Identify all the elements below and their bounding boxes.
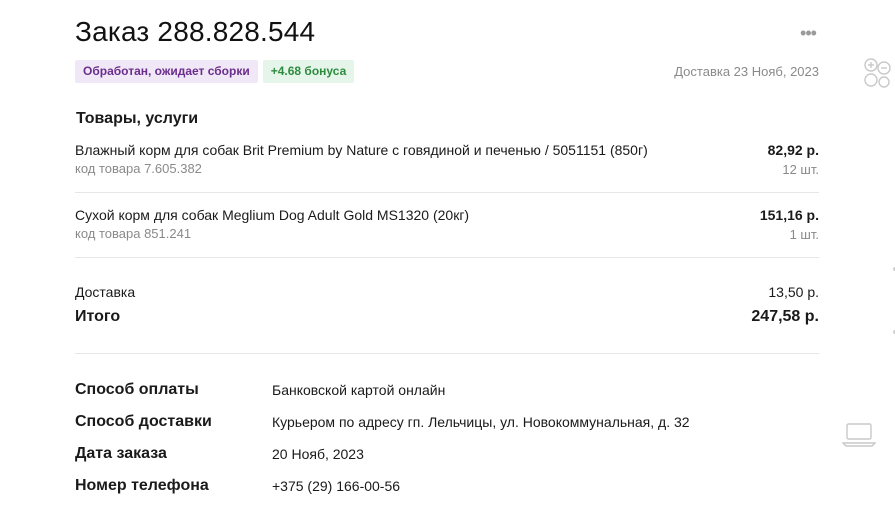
divider xyxy=(75,192,819,193)
order-date-value: 20 Нояб, 2023 xyxy=(272,446,364,462)
status-badge: Обработан, ожидает сборки xyxy=(75,60,258,83)
item-quantity: 1 шт. xyxy=(789,227,819,242)
more-options-button[interactable]: ••• xyxy=(797,23,819,43)
delivery-cost-label: Доставка xyxy=(75,284,136,300)
payment-method-row: Способ оплаты Банковской картой онлайн xyxy=(75,381,819,403)
total-value: 247,58 р. xyxy=(751,308,819,325)
payment-method-label: Способ оплаты xyxy=(75,381,199,398)
delivery-method-row: Способ доставки Курьером по адресу гп. Л… xyxy=(75,413,819,435)
item-quantity: 12 шт. xyxy=(782,162,819,177)
items-section-title: Товары, услуги xyxy=(76,110,199,127)
total-label: Итого xyxy=(75,308,121,325)
phone-label: Номер телефона xyxy=(75,477,209,494)
total-row: Итого 247,58 р. xyxy=(75,308,819,328)
order-badges: Обработан, ожидает сборки +4.68 бонуса xyxy=(75,60,355,83)
order-item: Сухой корм для собак Meglium Dog Adult G… xyxy=(75,207,819,247)
item-price: 82,92 р. xyxy=(767,142,819,158)
item-name-link[interactable]: Влажный корм для собак Brit Premium by N… xyxy=(75,142,648,158)
item-price: 151,16 р. xyxy=(759,207,819,223)
order-date-label: Дата заказа xyxy=(75,445,167,462)
divider xyxy=(75,353,819,354)
accessibility-icon[interactable] xyxy=(860,56,892,90)
order-details-page: Заказ 288.828.544 ••• Обработан, ожидает… xyxy=(0,0,895,525)
phone-value: +375 (29) 166-00-56 xyxy=(272,478,401,494)
phone-row: Номер телефона +375 (29) 166-00-56 xyxy=(75,477,819,499)
laptop-icon[interactable] xyxy=(841,420,877,448)
more-dots-icon: ••• xyxy=(800,23,817,43)
item-code: код товара 7.605.382 xyxy=(75,161,202,176)
order-item: Влажный корм для собак Brit Premium by N… xyxy=(75,142,819,182)
delivery-cost-row: Доставка 13,50 р. xyxy=(75,284,819,302)
item-name-link[interactable]: Сухой корм для собак Meglium Dog Adult G… xyxy=(75,207,469,223)
order-date-row: Дата заказа 20 Нояб, 2023 xyxy=(75,445,819,467)
item-code: код товара 851.241 xyxy=(75,226,192,241)
bonus-badge: +4.68 бонуса xyxy=(262,60,355,83)
divider xyxy=(75,257,819,258)
delivery-method-label: Способ доставки xyxy=(75,413,212,430)
delivery-date: Доставка 23 Нояб, 2023 xyxy=(674,64,819,79)
delivery-method-value: Курьером по адресу гп. Лельчицы, ул. Нов… xyxy=(272,414,690,430)
delivery-cost-value: 13,50 р. xyxy=(768,284,819,300)
payment-method-value: Банковской картой онлайн xyxy=(272,382,446,398)
order-title: Заказ 288.828.544 xyxy=(75,16,316,47)
